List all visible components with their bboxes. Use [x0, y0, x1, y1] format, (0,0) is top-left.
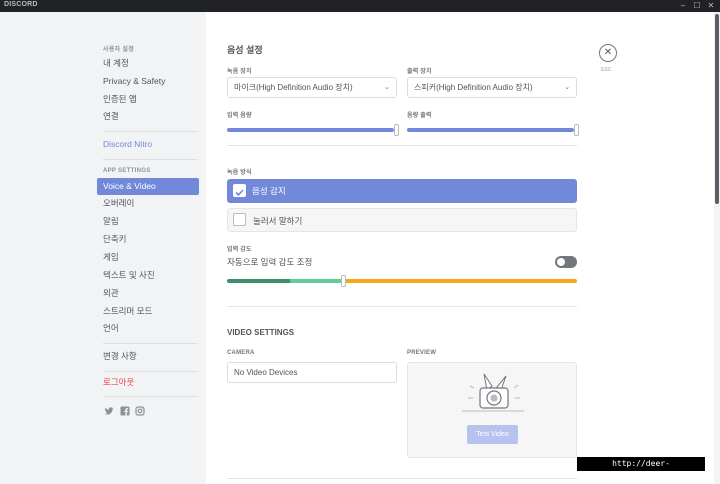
- sensitivity-meter-threshold-range: [342, 279, 577, 283]
- sensitivity-meter-active: [290, 279, 343, 283]
- user-settings-header: 사용자 설정: [103, 47, 135, 53]
- voice-settings-title: 음성 설정: [227, 45, 263, 55]
- sidebar-divider: [103, 343, 197, 344]
- camera-value: No Video Devices: [234, 368, 298, 377]
- checkbox-checked-icon: [233, 184, 246, 197]
- sidebar-item-logout[interactable]: 로그아웃: [97, 374, 199, 391]
- sidebar-item-my-account[interactable]: 내 계정: [97, 55, 199, 72]
- checkbox-empty-icon: [233, 213, 246, 226]
- auto-sensitivity-label: 자동으로 입력 감도 조정: [227, 257, 313, 267]
- push-to-talk-option[interactable]: 눌러서 말하기: [227, 208, 577, 232]
- input-volume-handle[interactable]: [394, 124, 399, 136]
- close-settings-button[interactable]: ✕: [599, 44, 617, 62]
- sidebar-item-connections[interactable]: 연결: [97, 108, 199, 125]
- output-device-value: 스피커(High Definition Audio 장치): [414, 83, 533, 92]
- sidebar-item-authorized-apps[interactable]: 인증된 앱: [97, 91, 199, 108]
- sidebar-item-privacy-safety[interactable]: Privacy & Safety: [97, 73, 199, 90]
- voice-activity-label: 음성 감지: [252, 186, 286, 196]
- sensitivity-threshold-handle[interactable]: [340, 275, 346, 287]
- test-video-button[interactable]: Test Video: [467, 425, 518, 444]
- input-device-select[interactable]: 마이크(High Definition Audio 장치) ⌄: [227, 77, 397, 98]
- sidebar-item-nitro[interactable]: Discord Nitro: [97, 136, 199, 153]
- auto-sensitivity-toggle[interactable]: [555, 256, 577, 268]
- input-device-label: 녹음 장치: [227, 69, 252, 75]
- facebook-icon[interactable]: [120, 406, 130, 416]
- maximize-icon[interactable]: ☐: [690, 0, 704, 12]
- esc-label: ESC: [601, 67, 612, 73]
- chevron-down-icon: ⌄: [564, 84, 570, 91]
- sidebar-item-keybinds[interactable]: 단축키: [97, 231, 199, 248]
- input-device-value: 마이크(High Definition Audio 장치): [234, 83, 353, 92]
- output-device-select[interactable]: 스피커(High Definition Audio 장치) ⌄: [407, 77, 577, 98]
- preview-label: PREVIEW: [407, 350, 437, 356]
- app-brand: DISCORD: [4, 1, 38, 8]
- twitter-icon[interactable]: [104, 406, 114, 416]
- camera-illustration-icon: [462, 373, 524, 412]
- sidebar-item-change-log[interactable]: 변경 사항: [97, 348, 199, 365]
- sidebar-divider: [103, 131, 197, 132]
- sidebar-item-language[interactable]: 언어: [97, 320, 199, 337]
- close-icon: ✕: [603, 47, 613, 58]
- instagram-icon[interactable]: [135, 406, 145, 416]
- push-to-talk-label: 눌러서 말하기: [253, 216, 303, 226]
- section-divider: [227, 478, 577, 479]
- camera-label: CAMERA: [227, 350, 255, 356]
- sidebar-divider: [103, 396, 197, 397]
- output-volume-slider[interactable]: [407, 128, 574, 132]
- camera-select[interactable]: No Video Devices: [227, 362, 397, 383]
- output-volume-label: 음량 출력: [407, 113, 432, 119]
- output-device-label: 출력 장치: [407, 69, 432, 75]
- sidebar-divider: [103, 371, 197, 372]
- sidebar-item-voice-video[interactable]: Voice & Video: [97, 178, 199, 195]
- sidebar-item-text-images[interactable]: 텍스트 및 사진: [97, 267, 199, 284]
- input-volume-slider[interactable]: [227, 128, 394, 132]
- output-volume-handle[interactable]: [574, 124, 579, 136]
- chevron-down-icon: ⌄: [384, 84, 390, 91]
- sidebar-item-games[interactable]: 게임: [97, 249, 199, 266]
- app-settings-header: APP SETTINGS: [103, 168, 151, 174]
- voice-activity-option[interactable]: 음성 감지: [227, 179, 577, 203]
- window-close-icon[interactable]: ✕: [704, 0, 718, 12]
- sidebar-item-overlay[interactable]: 오버레이: [97, 195, 199, 212]
- section-divider: [227, 306, 577, 307]
- video-settings-title: VIDEO SETTINGS: [227, 328, 295, 337]
- sidebar-item-streamer-mode[interactable]: 스트리머 모드: [97, 303, 199, 320]
- toggle-knob: [557, 258, 565, 266]
- input-mode-label: 녹음 방식: [227, 170, 252, 176]
- input-sensitivity-label: 입력 감도: [227, 247, 252, 253]
- minimize-icon[interactable]: –: [676, 0, 690, 12]
- title-bar: DISCORD – ☐ ✕: [0, 0, 720, 12]
- sidebar-item-notifications[interactable]: 알림: [97, 213, 199, 230]
- sensitivity-meter-level: [227, 279, 290, 283]
- section-divider: [227, 145, 577, 146]
- input-volume-label: 입력 음량: [227, 113, 252, 119]
- scrollbar-thumb[interactable]: [715, 14, 719, 204]
- sidebar-divider: [103, 159, 197, 160]
- sidebar-item-appearance[interactable]: 외관: [97, 285, 199, 302]
- watermark: http://deer-kkr.tistory.com: [577, 457, 705, 482]
